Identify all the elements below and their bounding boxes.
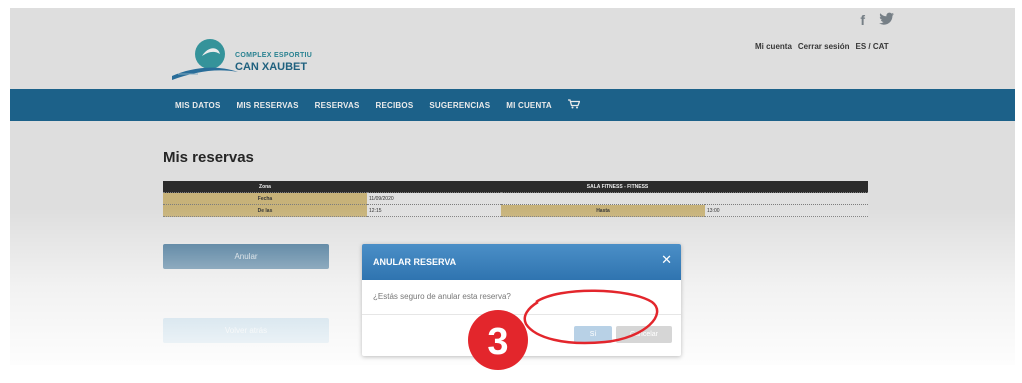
zona-label: Zona [163,181,367,193]
facebook-icon[interactable]: f [860,12,865,29]
table-row: De las 12:15 Hasta 13:00 [163,204,868,217]
desde-label: De las [163,204,367,217]
step-annotation: 3 [468,289,659,370]
account-links: Mi cuenta Cerrar sesión ES / CAT [755,42,889,51]
twitter-icon[interactable] [879,12,895,29]
close-icon[interactable]: ✕ [661,254,672,268]
main-navbar: MIS DATOS MIS RESERVAS RESERVAS RECIBOS … [10,89,1015,121]
site-logo[interactable]: COMPLEX ESPORTIU CAN XAUBET [170,28,370,88]
logo-line1: COMPLEX ESPORTIU [235,52,313,59]
dialog-title: ANULAR RESERVA [373,257,457,267]
hasta-value: 13:00 [705,204,868,217]
nav-item-sugerencias[interactable]: SUGERENCIAS [429,101,490,110]
table-row: Fecha 11/09/2020 [163,192,868,205]
anular-button[interactable]: Anular [163,244,329,269]
nav-item-mi-cuenta[interactable]: MI CUENTA [506,101,552,110]
highlight-circle [523,289,659,345]
cart-icon[interactable] [567,99,581,111]
logo-line2: CAN XAUBET [235,61,308,73]
fecha-value: 11/09/2020 [367,192,868,205]
step-number: 3 [487,321,508,363]
page-title: Mis reservas [163,149,254,166]
reservation-table: Zona SALA FITNESS - FITNESS Fecha 11/09/… [163,181,868,217]
nav-item-mis-datos[interactable]: MIS DATOS [175,101,221,110]
my-account-link[interactable]: Mi cuenta [755,42,792,51]
nav-item-reservas[interactable]: RESERVAS [315,101,360,110]
language-switch[interactable]: ES / CAT [856,42,889,51]
dialog-header: ANULAR RESERVA ✕ [362,244,681,280]
logo-icon [172,39,238,80]
logout-link[interactable]: Cerrar sesión [798,42,850,51]
table-row: Zona SALA FITNESS - FITNESS [163,181,868,193]
nav-item-recibos[interactable]: RECIBOS [376,101,414,110]
fecha-label: Fecha [163,192,367,205]
social-links: f [860,12,895,29]
hasta-label: Hasta [501,204,705,217]
desde-value: 12:15 [367,204,501,217]
zona-value: SALA FITNESS - FITNESS [367,181,868,193]
volver-button[interactable]: Volver atrás [163,318,329,343]
nav-item-mis-reservas[interactable]: MIS RESERVAS [237,101,299,110]
